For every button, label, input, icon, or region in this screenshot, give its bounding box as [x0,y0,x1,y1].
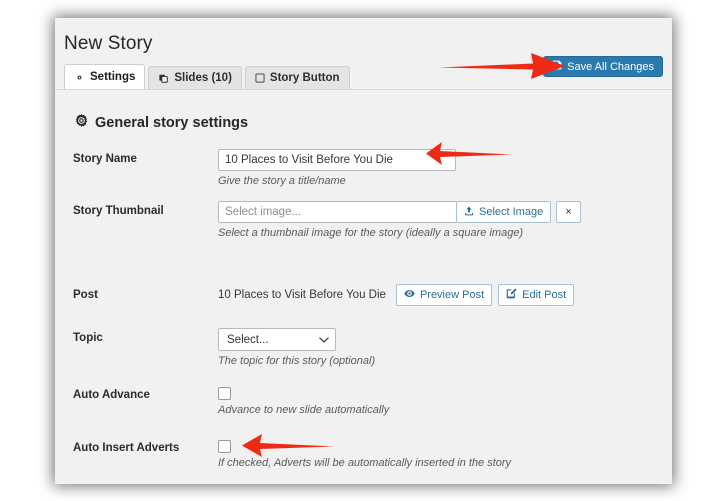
row-story-name: Story Name Give the story a title/name [55,149,672,187]
post-actions: Preview Post Edit Post [395,284,575,306]
gear-icon [75,114,88,131]
edit-post-button[interactable]: Edit Post [498,284,575,306]
tab-story-button[interactable]: Story Button [244,66,350,89]
settings-form: Story Name Give the story a title/name S… [55,149,672,469]
close-icon: × [565,206,572,218]
gear-icon [74,72,85,83]
row-topic: Topic Select... The topic for this story… [55,328,672,367]
story-name-label: Story Name [73,153,137,165]
preview-post-label: Preview Post [419,289,485,301]
tab-slides[interactable]: Slides (10) [148,66,242,89]
auto-insert-adverts-label: Auto Insert Adverts [73,442,180,454]
section-heading: General story settings [75,114,672,131]
eye-icon [404,288,415,302]
post-label: Post [73,289,98,301]
floppy-save-icon [552,60,562,73]
topic-select[interactable]: Select... [218,328,336,351]
settings-page-card: New Story Settings Slides (10) Story But… [55,18,672,484]
row-story-thumbnail: Story Thumbnail Select image... Select I… [55,201,672,239]
select-image-button[interactable]: Select Image [456,201,552,223]
row-auto-insert-adverts: Auto Insert Adverts If checked, Adverts … [55,438,672,469]
clear-thumbnail-button[interactable]: × [556,201,581,223]
tab-story-button-label: Story Button [269,72,340,84]
auto-advance-label: Auto Advance [73,389,150,401]
tab-slides-label: Slides (10) [174,72,232,84]
select-image-label: Select Image [479,206,544,218]
topic-label: Topic [73,332,103,344]
row-post: Post 10 Places to Visit Before You Die P… [55,284,672,306]
story-thumbnail-input[interactable] [218,201,456,223]
auto-advance-help: Advance to new slide automatically [218,404,390,416]
save-all-changes-label: Save All Changes [567,60,654,73]
post-value: 10 Places to Visit Before You Die [218,289,386,301]
tab-settings[interactable]: Settings [64,64,146,89]
tab-bar: Settings Slides (10) Story Button [64,64,353,89]
screenshot-canvas: New Story Settings Slides (10) Story But… [0,0,728,501]
auto-insert-adverts-help: If checked, Adverts will be automaticall… [218,457,512,469]
story-thumbnail-input-group: Select Image × [218,201,654,223]
tab-settings-label: Settings [90,71,136,83]
auto-insert-adverts-checkbox[interactable] [218,440,231,453]
checkbox-icon [255,73,265,83]
story-thumbnail-help: Select a thumbnail image for the story (… [218,227,524,239]
story-name-input[interactable] [218,149,456,171]
story-thumbnail-label: Story Thumbnail [73,205,164,217]
save-all-changes-button[interactable]: Save All Changes [543,56,663,77]
row-auto-advance: Auto Advance Advance to new slide automa… [55,385,672,416]
topic-help: The topic for this story (optional) [218,355,376,367]
slides-icon [158,73,169,84]
pencil-square-icon [506,288,517,302]
page-title: New Story [64,33,153,54]
upload-icon [464,206,474,219]
topic-select-wrap: Select... [218,328,336,351]
preview-post-button[interactable]: Preview Post [395,284,493,306]
auto-advance-checkbox[interactable] [218,387,231,400]
section-heading-label: General story settings [95,114,249,131]
general-settings-panel: General story settings Story Name Give t… [55,89,672,484]
edit-post-label: Edit Post [522,289,567,301]
story-name-help: Give the story a title/name [218,175,346,187]
